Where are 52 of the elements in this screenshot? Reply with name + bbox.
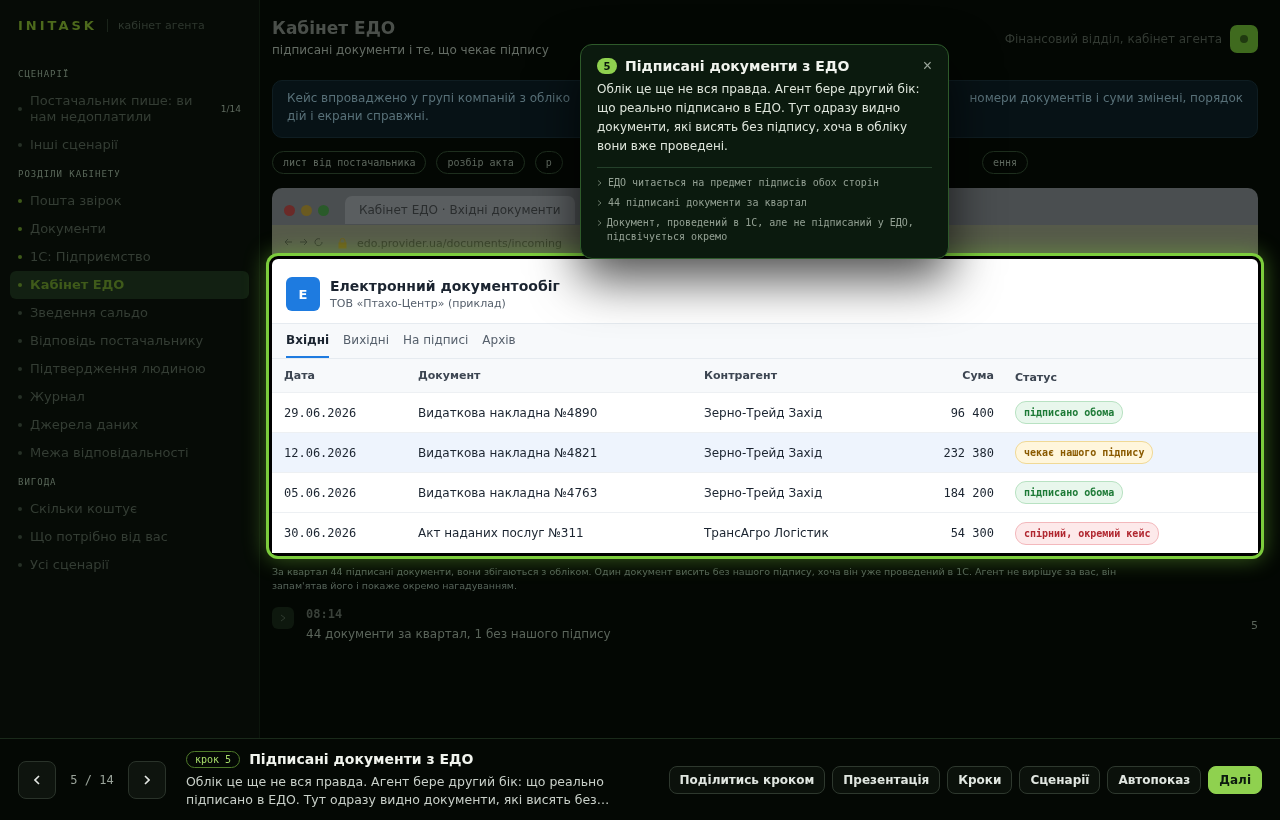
status-tag: чекає нашого підпису — [1015, 441, 1154, 464]
status-tag: підписано обома — [1015, 481, 1124, 504]
nav-label: Кабінет ЕДО — [30, 277, 126, 293]
tooltip-point: 44 підписані документи за квартал — [608, 196, 807, 210]
section-title: СЦЕНАРІЇ — [17, 68, 71, 81]
logo: INITASK — [18, 18, 97, 33]
app-title: Електронний документообіг — [330, 278, 560, 294]
table-cell-text: 30.06.2026 — [284, 526, 358, 540]
table-cell-text: Видаткова накладна №4890 — [418, 405, 599, 420]
table-cell-text: ТрансАгро Логістик — [704, 526, 830, 540]
section-title: ВИГОДА — [17, 476, 58, 489]
table-cell-text: Видаткова накладна №4821 — [418, 445, 599, 460]
table-cell-text: 12.06.2026 — [284, 445, 358, 460]
column-header: Статус — [1015, 371, 1057, 384]
table-cell-text: 05.06.2026 — [284, 485, 358, 500]
table-cell-text: 96 400 — [949, 405, 994, 420]
intro-text: дій і екрани справжні. — [287, 109, 429, 123]
company-name: ТОВ «Птахо-Центр» (приклад) — [330, 297, 507, 310]
table-cell-text: Акт наданих послуг №311 — [418, 526, 585, 540]
table-cell-text: Зерно-Трейд Захід — [704, 445, 824, 460]
status-tag: підписано обома — [1015, 401, 1124, 424]
page-title: Кабінет ЕДО — [272, 18, 397, 38]
table-cell-text: 184 200 — [942, 485, 994, 500]
step-counter: 5 / 14 — [69, 772, 115, 787]
column-header: Сума — [961, 369, 994, 382]
column-header: Дата — [284, 369, 317, 382]
note-text: За квартал 44 підписані документи, вони збігаються з обліком. Один документ висить без нашого підпису, хоча він уже проведений в 1С. Агент не вирішує за вас, він запам'ятав його і покаже окремо нагадуванням. — [272, 565, 1118, 593]
table-cell-text: 54 300 — [949, 526, 994, 540]
tooltip-point: ЕДО читається на предмет підписів обох сторін — [608, 176, 879, 190]
column-header: Контрагент — [704, 369, 778, 382]
tooltip-point: Документ, проведений в 1С, але не підписаний у ЕДО, підсвічується окремо — [606, 216, 915, 244]
table-cell-text: Зерно-Трейд Захід — [704, 405, 824, 420]
step-description: Облік це ще не вся правда. Агент бере другий бік: що реально підписано в ЕДО. Тут одразу видно документи, які висять без… — [186, 772, 611, 809]
log-count: 5 — [1251, 619, 1258, 632]
item-count: 1/14 — [220, 104, 241, 114]
table-cell-text: 29.06.2026 — [284, 405, 358, 420]
log-text: 44 документи за квартал, 1 без нашого підпису — [306, 627, 612, 641]
column-header: Документ — [418, 369, 482, 382]
log-time: 08:14 — [306, 607, 344, 621]
status-tag: спірний, окремий кейс — [1015, 521, 1160, 545]
tooltip-text: Облік це ще не вся правда. Агент бере другий бік: що реально підписано в ЕДО. Тут одразу видно документи, які висять без підпису, хоча в обліку вони вже проведені. — [597, 81, 921, 155]
app-logo: Е — [286, 277, 320, 311]
tooltip-title: Підписані документи з ЕДО — [625, 58, 851, 74]
table-cell-text: Видаткова накладна №4763 — [418, 485, 599, 500]
page-subtitle: підписані документи і те, що чекає підпису — [272, 43, 549, 57]
step-number: 5 — [597, 58, 617, 74]
intro-text: номери документів і суми змінені, порядок — [969, 91, 1243, 105]
intro-text: Кейс впроваджено у групі компаній з обліко — [287, 91, 570, 105]
section-title: РОЗДІЛИ КАБІНЕТУ — [17, 168, 122, 181]
table-cell-text: 232 380 — [942, 445, 994, 460]
step-title: Підписані документи з ЕДО — [249, 751, 474, 767]
table-cell-text: Зерно-Трейд Захід — [704, 485, 824, 500]
